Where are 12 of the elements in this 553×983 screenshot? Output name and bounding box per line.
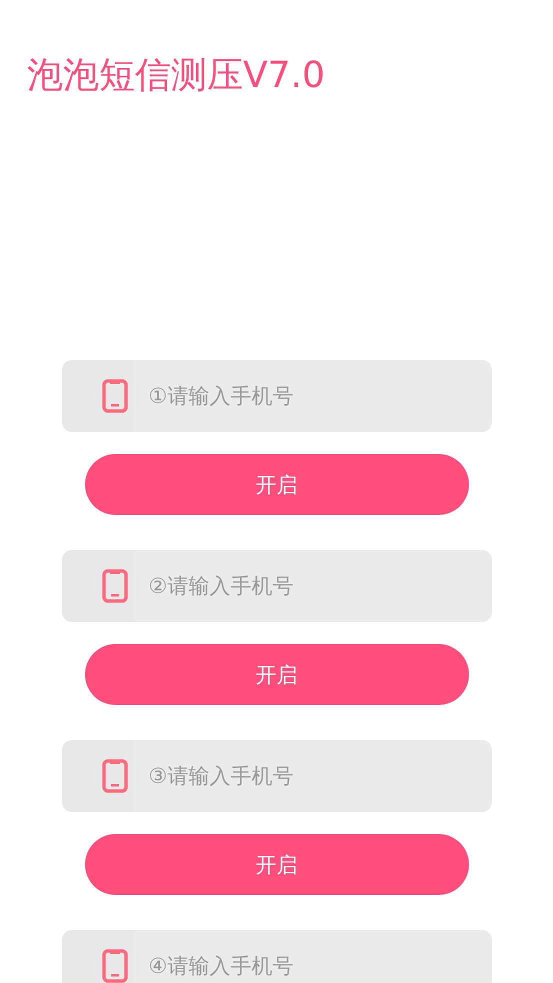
phone-input-field[interactable]: ④请输入手机号	[62, 930, 492, 983]
phone-input-field[interactable]: ②请输入手机号	[62, 550, 492, 622]
start-button[interactable]: 开启	[84, 454, 468, 515]
phone-input-field[interactable]: ③请输入手机号	[62, 740, 492, 812]
phone-icon	[102, 569, 128, 603]
start-button[interactable]: 开启	[84, 644, 468, 705]
phone-icon	[102, 759, 128, 793]
start-button[interactable]: 开启	[84, 834, 468, 895]
phone-icon	[102, 949, 128, 983]
phone-icon	[102, 379, 128, 413]
app-title: 泡泡短信测压V7.0	[27, 54, 325, 98]
phone-input-field[interactable]: ①请输入手机号	[62, 360, 492, 432]
